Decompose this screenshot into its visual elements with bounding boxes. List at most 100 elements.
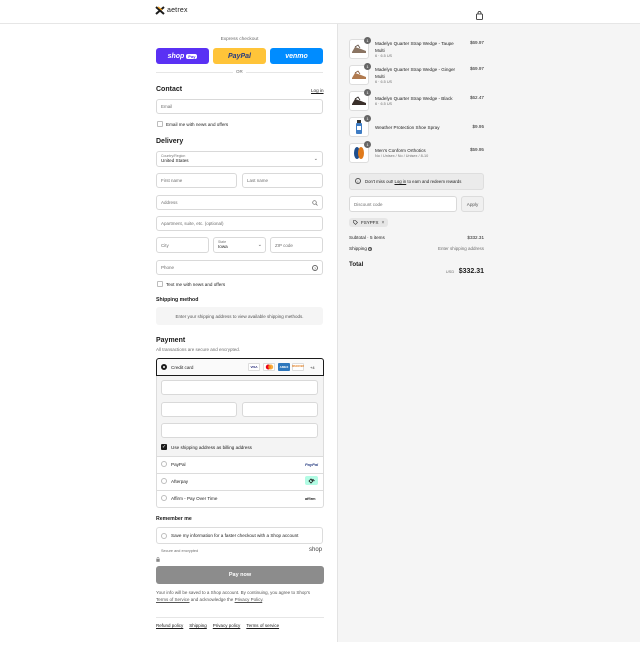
name-on-card-field[interactable] xyxy=(161,423,318,438)
shipping-method-box: Enter your shipping address to view avai… xyxy=(156,307,323,325)
product-price: $69.97 xyxy=(469,40,484,45)
first-name-field[interactable]: First name xyxy=(156,173,237,188)
email-news-checkbox[interactable] xyxy=(157,121,163,127)
rewards-login-link[interactable]: Log in xyxy=(394,179,406,184)
terms-of-service-link[interactable]: Terms of Service xyxy=(156,597,190,602)
phone-field[interactable]: Phone ? xyxy=(156,260,323,275)
help-icon[interactable]: ? xyxy=(312,265,318,271)
security-code-field[interactable] xyxy=(242,402,318,417)
text-news-checkbox[interactable] xyxy=(157,281,163,287)
shop-logo: shop xyxy=(309,547,323,553)
shop-pay-badge: Pay xyxy=(186,53,198,59)
discover-icon: DISCOVER xyxy=(292,363,304,371)
shipping-label: Shipping ? xyxy=(349,246,373,251)
mastercard-icon xyxy=(263,363,275,371)
paypal-radio[interactable] xyxy=(161,461,167,467)
product-variant: 6 · 6.5 US xyxy=(375,80,393,84)
shop-pay-label: shop xyxy=(167,52,185,60)
wedge-shoe-icon xyxy=(352,70,366,79)
brand-logo[interactable]: aetrex xyxy=(155,6,188,15)
product-thumbnail: 1 xyxy=(349,115,371,137)
paypal-divider xyxy=(157,456,323,457)
rewards-post: to earn and redeem rewards xyxy=(406,179,462,184)
last-name-placeholder: Last name xyxy=(247,178,269,183)
wedge-shoe-icon xyxy=(352,44,366,53)
shipping-label-text: Shipping xyxy=(349,246,367,251)
product-variant: 6 · 6.5 US xyxy=(375,54,393,58)
delivery-title: Delivery xyxy=(156,138,184,145)
paypal-button[interactable]: PayPal xyxy=(213,48,266,64)
affirm-radio[interactable] xyxy=(161,495,167,501)
city-placeholder: City xyxy=(161,242,169,248)
spray-bottle-icon xyxy=(356,120,362,134)
discount-tag: FSYPFX × xyxy=(349,218,389,227)
shopping-bag-icon[interactable] xyxy=(476,7,483,25)
total-amount: USD $332.31 xyxy=(414,260,484,278)
payment-title: Payment xyxy=(156,337,186,344)
legal-dot: . xyxy=(262,597,264,602)
quantity-badge: 1 xyxy=(364,89,371,96)
city-field[interactable]: City xyxy=(156,237,209,253)
lock-icon xyxy=(156,549,160,567)
currency-code: USD xyxy=(445,269,455,274)
shipping-link[interactable]: Shipping xyxy=(189,623,207,628)
venmo-label: venmo xyxy=(285,52,308,60)
email-field[interactable]: Email xyxy=(156,99,323,114)
checkout-page: aetrex Express checkout shop Pay PayPal … xyxy=(0,0,640,669)
product-price: $9.95 xyxy=(472,124,485,129)
wedge-shoe-icon xyxy=(352,96,366,105)
afterpay-radio[interactable] xyxy=(161,478,167,484)
address-field[interactable]: Address xyxy=(156,195,323,210)
discount-code-field[interactable]: Discount code xyxy=(349,196,457,212)
visa-text: VISA xyxy=(250,365,258,369)
text-news-label: Text me with news and offers xyxy=(166,282,226,287)
login-link[interactable]: Log in xyxy=(311,88,324,93)
product-thumbnail: 1 xyxy=(349,89,371,111)
country-select[interactable]: Country/Region United States ⌄ xyxy=(156,151,323,167)
quantity-badge: 1 xyxy=(364,115,371,122)
or-label: OR xyxy=(233,69,246,74)
discount-placeholder: Discount code xyxy=(354,201,383,207)
apartment-field[interactable]: Apartment, suite, etc. (optional) xyxy=(156,216,323,231)
zip-field[interactable]: ZIP code xyxy=(270,237,323,253)
billing-label: Use shipping address as billing address xyxy=(171,445,252,450)
affirm-divider xyxy=(157,490,323,491)
state-select[interactable]: State Iowa ⌄ xyxy=(213,237,266,253)
privacy-policy-footer-link[interactable]: Privacy policy xyxy=(213,623,241,628)
shop-pay-button[interactable]: shop Pay xyxy=(156,48,209,64)
subtotal-value: $332.31 xyxy=(467,235,484,240)
credit-card-radio[interactable] xyxy=(161,364,167,370)
rewards-pre: Don't miss out! xyxy=(365,179,395,184)
product-thumbnail: 1 xyxy=(349,37,371,59)
rewards-text: Don't miss out! Log in to earn and redee… xyxy=(365,179,461,184)
legal-intro: Your info will be saved to a Shop accoun… xyxy=(156,590,311,595)
billing-checkbox[interactable]: ✓ xyxy=(161,444,167,450)
footer-links: Refund policy Shipping Privacy policy Te… xyxy=(156,623,279,628)
aetrex-logo-icon xyxy=(155,6,165,15)
pay-now-button[interactable]: Pay now xyxy=(156,566,324,584)
quantity-badge: 1 xyxy=(364,37,371,44)
remove-discount-icon[interactable]: × xyxy=(382,220,385,226)
save-info-checkbox[interactable] xyxy=(161,533,167,539)
card-number-field[interactable] xyxy=(161,380,318,395)
help-icon[interactable]: ? xyxy=(368,246,373,251)
chevron-down-icon: ⌄ xyxy=(313,156,318,162)
discount-code: FSYPFX xyxy=(361,220,379,225)
country-value: United States xyxy=(161,158,189,163)
search-icon xyxy=(312,200,318,206)
venmo-button[interactable]: venmo xyxy=(270,48,323,64)
product-thumbnail: 1 xyxy=(349,63,371,85)
discover-text: DISCOVER xyxy=(292,366,304,368)
afterpay-logo-icon xyxy=(305,476,318,485)
product-variant: No / Unisex / No / Unisex / 8-10 xyxy=(375,154,429,158)
terms-of-service-footer-link[interactable]: Terms of service xyxy=(246,623,279,628)
footer-divider xyxy=(156,617,324,618)
refund-policy-link[interactable]: Refund policy xyxy=(156,623,183,628)
last-name-field[interactable]: Last name xyxy=(242,173,323,188)
remember-title: Remember me xyxy=(156,516,192,522)
secure-label: Secure and encrypted xyxy=(161,549,199,553)
privacy-policy-link[interactable]: Privacy Policy xyxy=(235,597,263,602)
product-price: $62.47 xyxy=(469,95,484,100)
expiration-field[interactable] xyxy=(161,402,237,417)
apply-button[interactable]: Apply xyxy=(461,196,484,212)
